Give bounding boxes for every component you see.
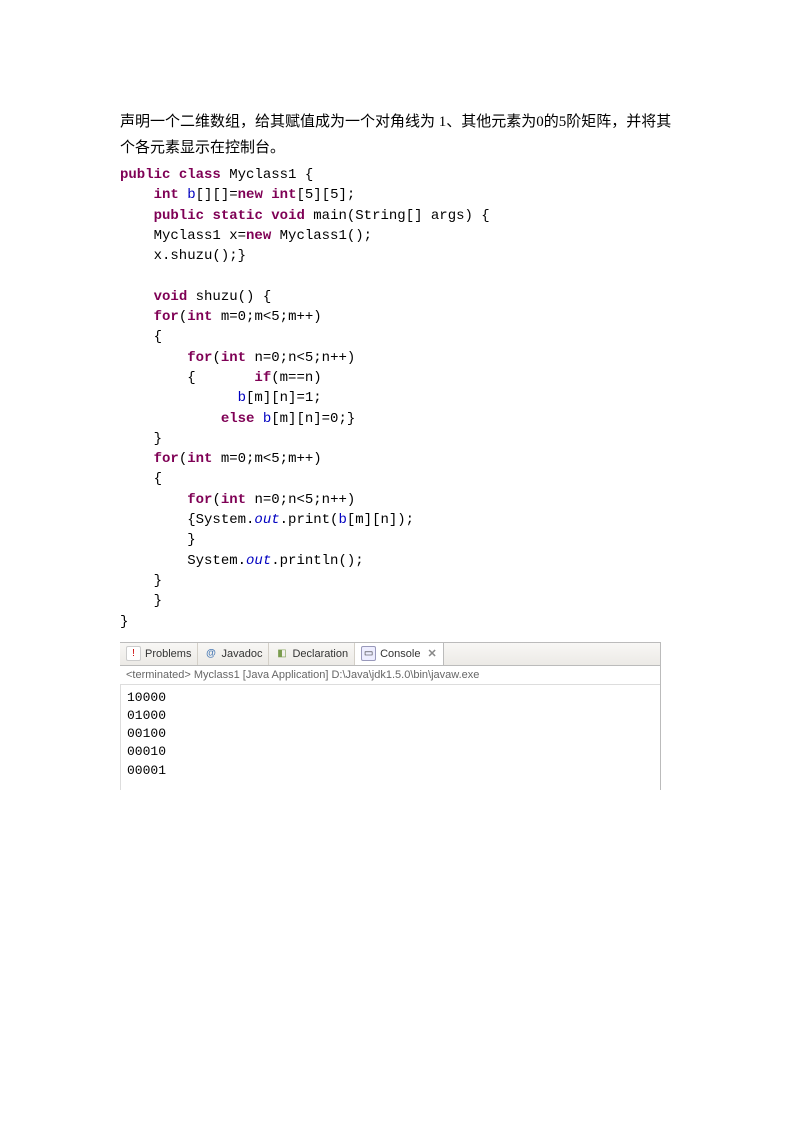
problem-description: 声明一个二维数组，给其赋值成为一个对角线为 1、其他元素为0的5阶矩阵，并将其个… — [120, 110, 680, 161]
close-icon[interactable]: ✕ — [424, 647, 436, 660]
eclipse-console-panel: ! Problems @ Javadoc ◧ Declaration ▭ Con… — [120, 642, 661, 790]
tab-label: Problems — [145, 648, 191, 660]
console-icon: ▭ — [361, 646, 376, 661]
tab-console[interactable]: ▭ Console ✕ — [355, 643, 444, 665]
tab-problems[interactable]: ! Problems — [120, 643, 198, 665]
console-status: <terminated> Myclass1 [Java Application]… — [120, 666, 660, 685]
problems-icon: ! — [126, 646, 141, 661]
tab-label: Console — [380, 648, 420, 660]
view-tabs: ! Problems @ Javadoc ◧ Declaration ▭ Con… — [120, 643, 660, 666]
tab-javadoc[interactable]: @ Javadoc — [198, 643, 269, 665]
tab-label: Javadoc — [221, 648, 262, 660]
tab-label: Declaration — [292, 648, 348, 660]
console-output: 1000001000001000001000001 — [120, 685, 660, 790]
declaration-icon: ◧ — [275, 647, 288, 660]
javadoc-icon: @ — [204, 647, 217, 660]
java-source-code: public class Myclass1 { int b[][]=new in… — [120, 165, 680, 632]
tab-declaration[interactable]: ◧ Declaration — [269, 643, 355, 665]
